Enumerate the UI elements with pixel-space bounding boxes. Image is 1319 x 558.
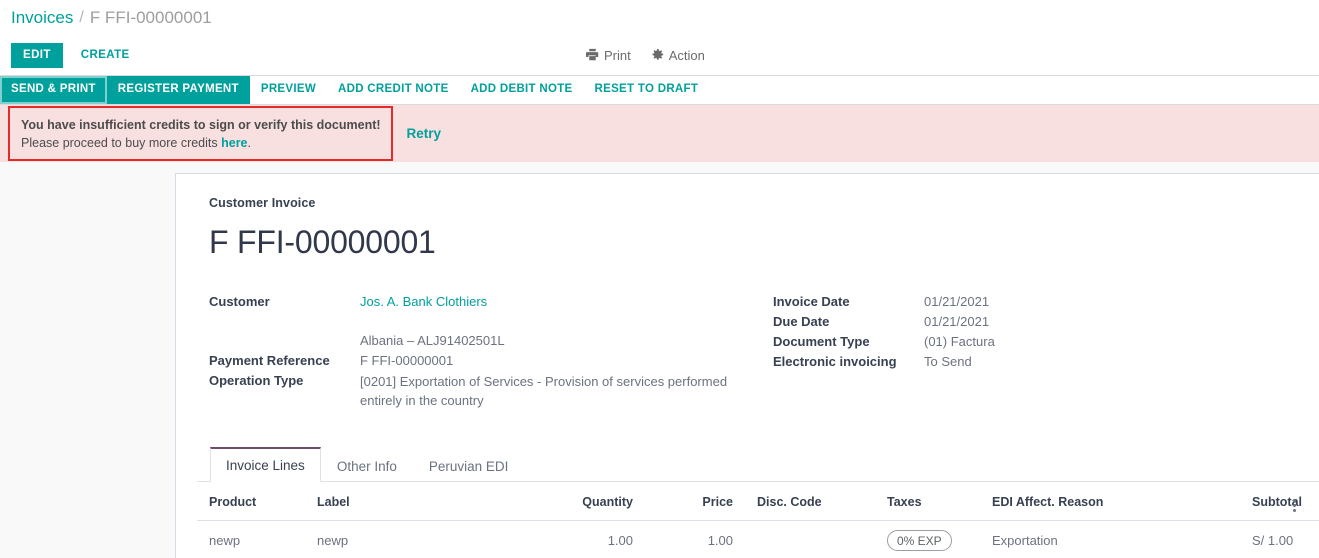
table-row[interactable]: newp newp 1.00 1.00 0% EXP Exportation S…	[197, 520, 1319, 558]
send-and-print-button[interactable]: SEND & PRINT	[0, 76, 107, 104]
retry-button[interactable]: Retry	[407, 126, 442, 141]
edit-button[interactable]: EDIT	[11, 43, 63, 68]
col-header-label[interactable]: Label	[305, 482, 465, 522]
invoice-date-label: Invoice Date	[773, 294, 850, 309]
due-date-value: 01/21/2021	[924, 314, 990, 329]
field-row-invoice-date: Invoice Date 01/21/2021	[773, 294, 1239, 314]
electronic-invoicing-value: To Send	[924, 354, 972, 369]
breadcrumb: Invoices / F FFI-00000001	[0, 0, 1319, 36]
cell-spacer	[1293, 520, 1319, 558]
action-label: Action	[668, 48, 705, 63]
field-row-operation-type: Operation Type [0201] Exportation of Ser…	[209, 373, 759, 416]
cell-taxes[interactable]: 0% EXP	[875, 520, 980, 558]
col-header-quantity[interactable]: Quantity	[465, 482, 645, 522]
customer-address-value: Albania – ALJ91402501L	[360, 333, 505, 348]
cell-subtotal: S/ 1.00	[1240, 520, 1293, 558]
status-badge: 0% EXP	[887, 530, 952, 552]
preview-button[interactable]: PREVIEW	[250, 76, 327, 104]
register-payment-button[interactable]: REGISTER PAYMENT	[106, 76, 250, 104]
create-button[interactable]: CREATE	[69, 43, 142, 68]
add-debit-note-button[interactable]: ADD DEBIT NOTE	[460, 76, 584, 104]
statusbar-buttons: SEND & PRINT REGISTER PAYMENT PREVIEW AD…	[0, 75, 1319, 105]
cell-disc-code[interactable]	[745, 520, 875, 558]
field-row-payment-reference: Payment Reference F FFI-00000001	[209, 353, 759, 373]
document-type-value: (01) Factura	[924, 334, 995, 349]
col-header-taxes[interactable]: Taxes	[875, 482, 980, 522]
breadcrumb-current: F FFI-00000001	[89, 8, 212, 27]
document-type-label: Document Type	[773, 334, 870, 349]
left-field-group: Customer Jos. A. Bank Clothiers Albania …	[209, 294, 759, 416]
customer-label: Customer	[209, 294, 270, 309]
credits-alert: You have insufficient credits to sign or…	[0, 105, 1319, 162]
buy-credits-link[interactable]: here	[221, 136, 247, 150]
print-menu[interactable]: Print	[586, 48, 631, 63]
breadcrumb-separator: /	[79, 9, 84, 26]
field-row-electronic-invoicing: Electronic invoicing To Send	[773, 354, 1239, 374]
field-row-due-date: Due Date 01/21/2021	[773, 314, 1239, 334]
cell-label[interactable]: newp	[305, 520, 465, 558]
col-header-price[interactable]: Price	[645, 482, 745, 522]
right-field-group: Invoice Date 01/21/2021 Due Date 01/21/2…	[759, 294, 1239, 416]
cell-edi-affect-reason[interactable]: Exportation	[980, 520, 1240, 558]
field-row-customer: Customer Jos. A. Bank Clothiers	[209, 294, 759, 314]
tab-other-info[interactable]: Other Info	[321, 449, 413, 483]
notebook-tabs: Invoice Lines Other Info Peruvian EDI	[197, 446, 1319, 483]
alert-message-box: You have insufficient credits to sign or…	[8, 106, 393, 161]
alert-body-suffix: .	[247, 136, 251, 150]
cell-quantity[interactable]: 1.00	[465, 520, 645, 558]
breadcrumb-root-link[interactable]: Invoices	[11, 8, 73, 28]
due-date-label: Due Date	[773, 314, 830, 329]
print-label: Print	[604, 48, 631, 63]
col-header-edi-affect-reason[interactable]: EDI Affect. Reason	[980, 482, 1240, 522]
vertical-dots-icon[interactable]	[1293, 499, 1296, 513]
cell-price[interactable]: 1.00	[645, 520, 745, 558]
tab-peruvian-edi[interactable]: Peruvian EDI	[413, 449, 525, 483]
invoice-sheet: Customer Invoice F FFI-00000001 Customer…	[175, 173, 1319, 558]
cell-product[interactable]: newp	[197, 520, 305, 558]
col-header-disc-code[interactable]: Disc. Code	[745, 482, 875, 522]
col-header-product[interactable]: Product	[197, 482, 305, 522]
printer-icon	[586, 48, 599, 63]
field-row-customer-address: Albania – ALJ91402501L	[209, 333, 759, 353]
field-row-document-type: Document Type (01) Factura	[773, 334, 1239, 354]
field-groups: Customer Jos. A. Bank Clothiers Albania …	[209, 294, 1293, 416]
invoice-date-value: 01/21/2021	[924, 294, 990, 309]
operation-type-value: [0201] Exportation of Services - Provisi…	[360, 374, 728, 408]
payment-reference-value: F FFI-00000001	[360, 353, 454, 368]
table-header-row: Product Label Quantity Price Disc. Code …	[197, 482, 1319, 522]
alert-title: You have insufficient credits to sign or…	[21, 117, 381, 132]
alert-body-prefix: Please proceed to buy more credits	[21, 136, 222, 150]
customer-address-label	[209, 333, 360, 353]
col-header-subtotal[interactable]: Subtotal	[1240, 482, 1302, 522]
sheet-area: Customer Invoice F FFI-00000001 Customer…	[0, 162, 1319, 558]
alert-body: Please proceed to buy more credits here.	[21, 134, 381, 152]
page-title: F FFI-00000001	[209, 224, 436, 260]
notebook: Invoice Lines Other Info Peruvian EDI Pr…	[197, 446, 1319, 558]
control-panel-actions: EDIT CREATE Print Action	[0, 36, 1319, 75]
reset-to-draft-button[interactable]: RESET TO DRAFT	[584, 76, 710, 104]
add-credit-note-button[interactable]: ADD CREDIT NOTE	[327, 76, 460, 104]
action-menu[interactable]: Action	[651, 48, 705, 63]
electronic-invoicing-label: Electronic invoicing	[773, 354, 897, 369]
payment-reference-label: Payment Reference	[209, 353, 330, 368]
customer-value[interactable]: Jos. A. Bank Clothiers	[360, 294, 759, 314]
field-spacer	[209, 314, 759, 333]
document-kind-label: Customer Invoice	[209, 196, 316, 210]
invoice-lines-table: Product Label Quantity Price Disc. Code …	[197, 482, 1319, 558]
control-panel-dropdowns: Print Action	[586, 48, 705, 63]
operation-type-label: Operation Type	[209, 373, 304, 388]
tab-invoice-lines[interactable]: Invoice Lines	[210, 446, 321, 483]
gear-icon	[651, 48, 664, 63]
